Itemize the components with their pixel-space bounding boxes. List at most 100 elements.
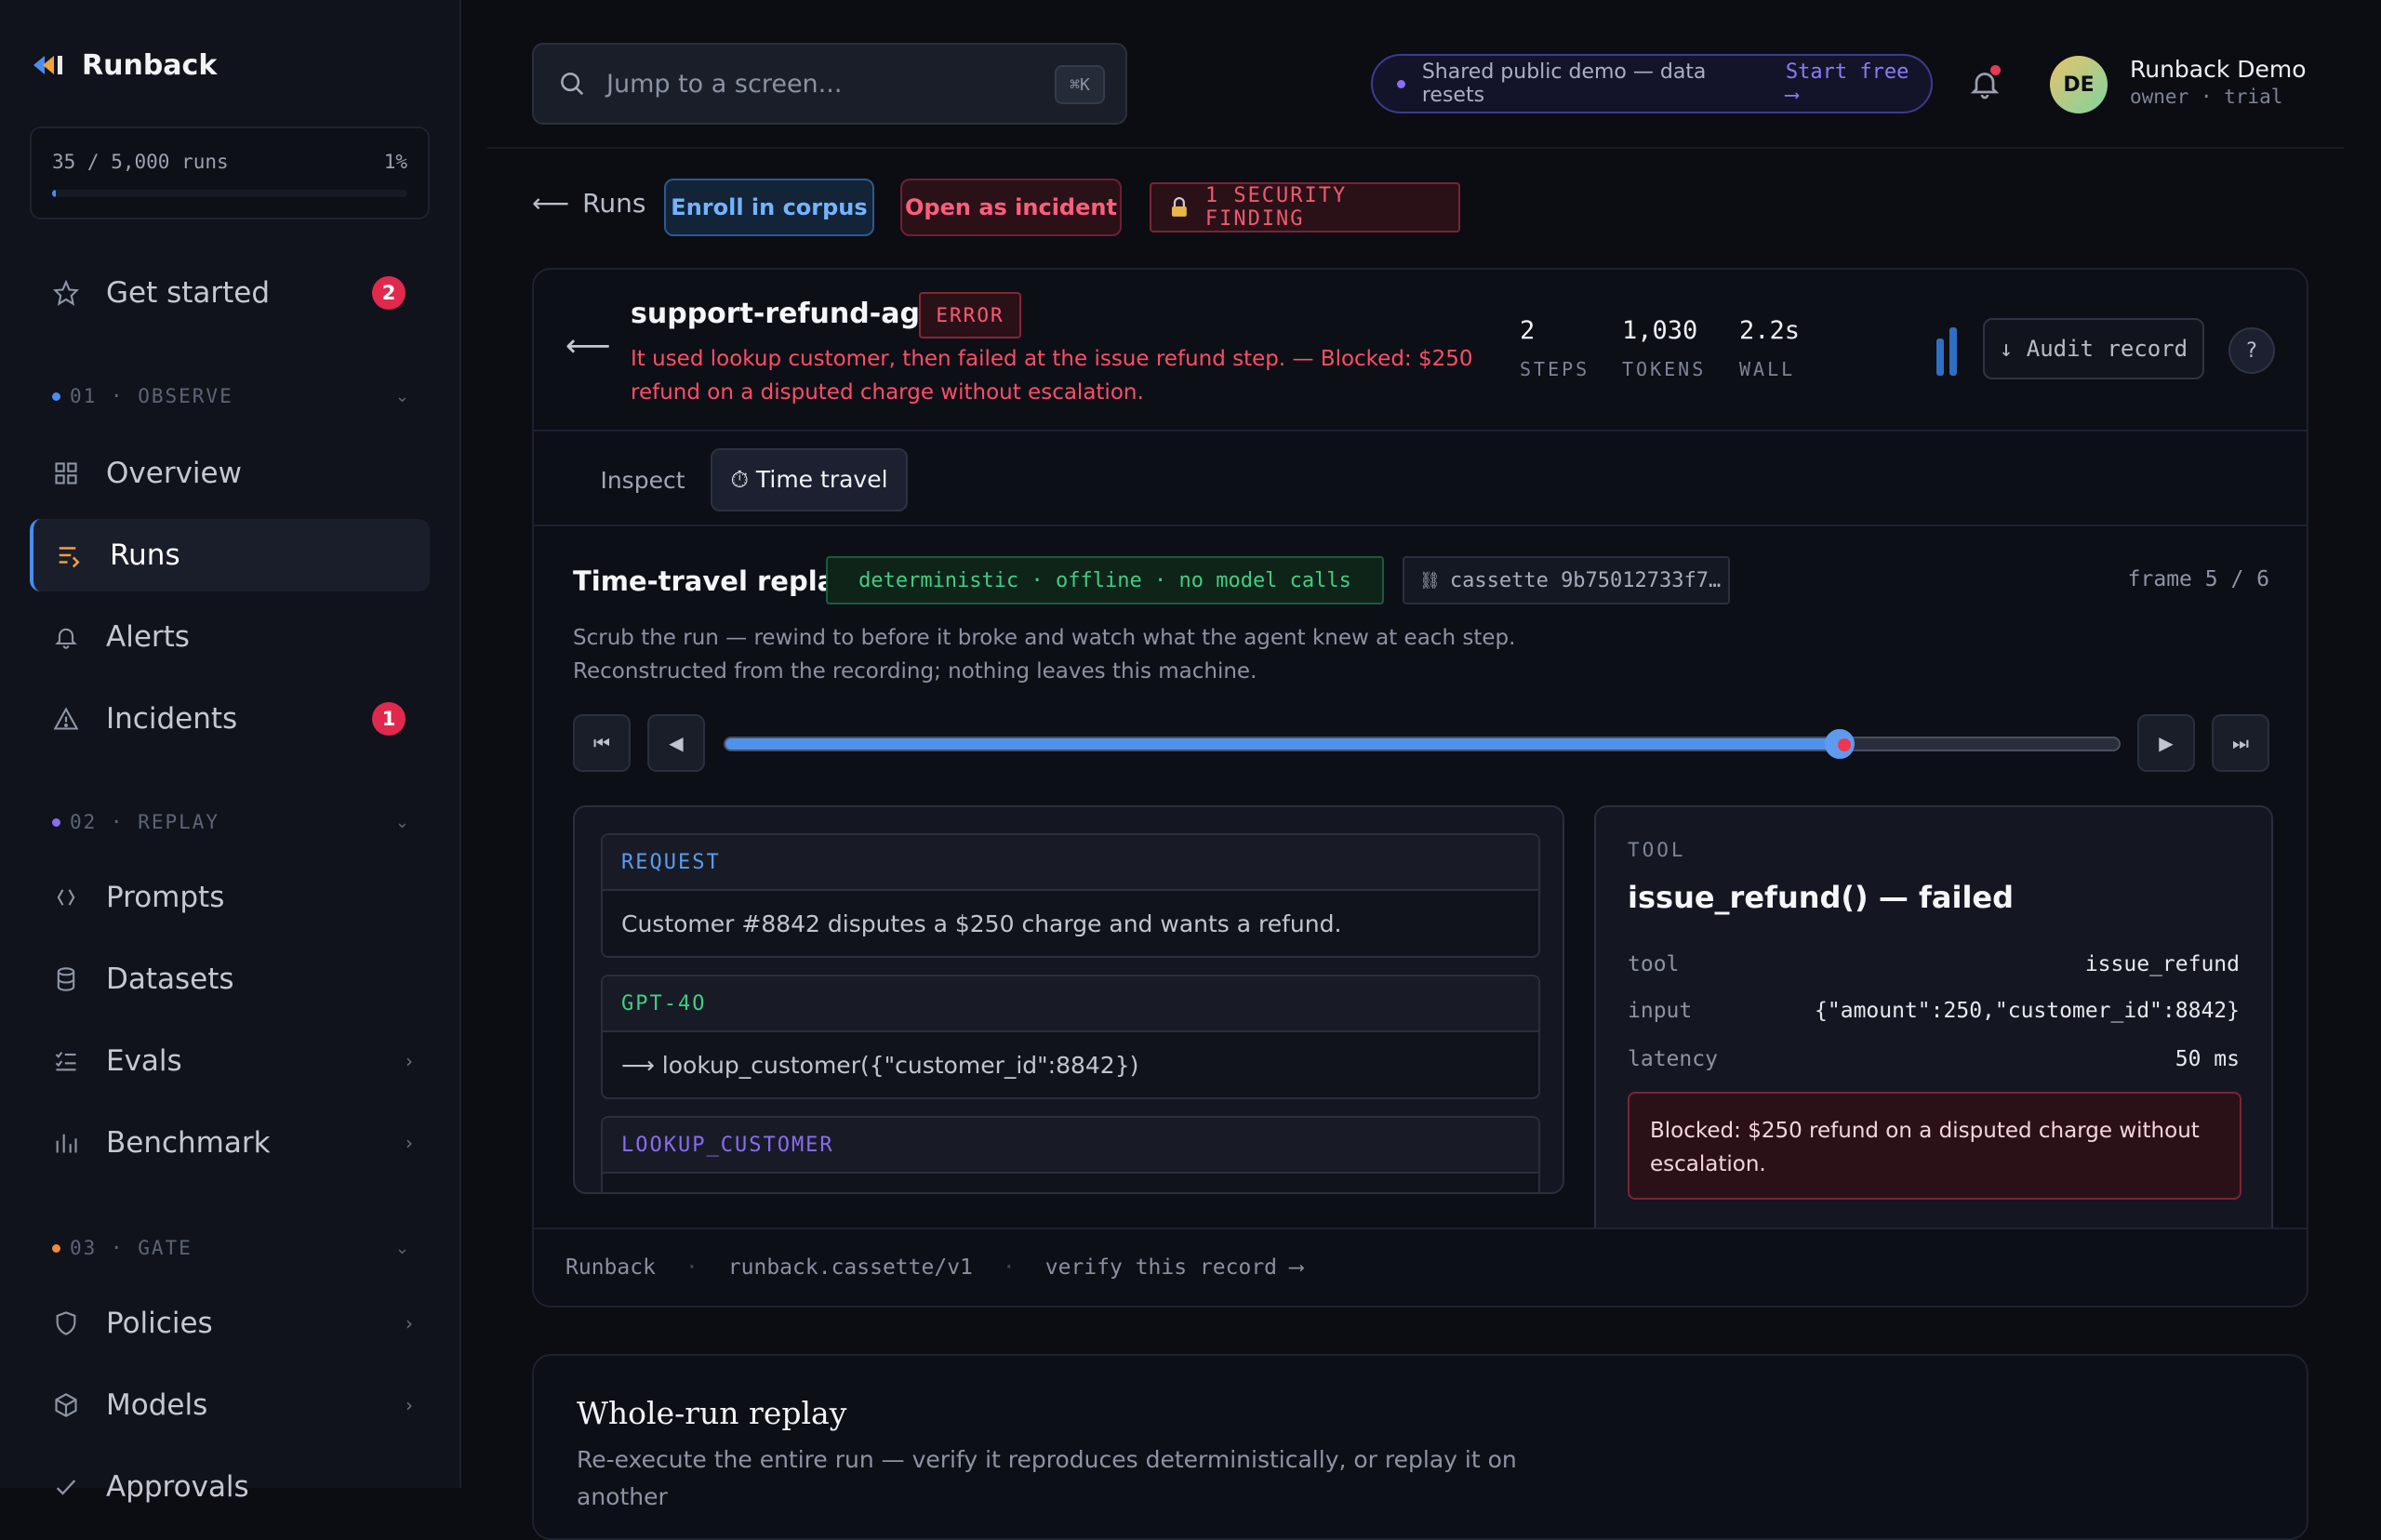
run-quota: 35 / 5,000 runs 1%	[30, 126, 430, 219]
section-gate[interactable]: 03 · GATE	[52, 1237, 193, 1259]
stat-value: 2	[1520, 316, 1536, 345]
stat-value: 1,030	[1622, 316, 1698, 345]
user-role: owner · trial	[2130, 86, 2283, 108]
security-finding-button[interactable]: 1 SECURITY FINDING	[1150, 182, 1460, 232]
desc-line: Reconstructed from the recording; nothin…	[573, 659, 1257, 684]
section-replay[interactable]: 02 · REPLAY	[52, 811, 219, 833]
tool-label: TOOL	[1628, 839, 1686, 861]
play-reverse-icon: ◀	[669, 732, 684, 754]
sidebar-item-incidents[interactable]: Incidents 1	[30, 683, 430, 755]
sidebar-item-approvals[interactable]: Approvals	[30, 1451, 430, 1523]
notification-dot	[1990, 65, 2001, 75]
message-text: Customer #8842 disputes a $250 charge an…	[621, 909, 1342, 937]
enroll-in-corpus-button[interactable]: Enroll in corpus	[664, 179, 874, 236]
help-button[interactable]: ?	[2228, 327, 2275, 374]
tab-time-travel[interactable]: ⏱ Time travel	[711, 448, 908, 511]
sidebar-item-label: Overview	[106, 457, 242, 490]
get-started-badge: 2	[372, 276, 406, 310]
stat-label: STEPS	[1520, 358, 1590, 380]
desc-line: Scrub the run — rewind to before it brok…	[573, 626, 1516, 650]
section-observe[interactable]: 01 · OBSERVE	[52, 385, 233, 407]
timeline-scrubber[interactable]	[724, 729, 2121, 759]
stat-label: TOKENS	[1622, 358, 1707, 380]
message-role: GPT-4O	[603, 976, 1538, 1032]
tab-inspect[interactable]: Inspect	[573, 448, 712, 511]
star-icon	[52, 279, 80, 307]
open-as-incident-button[interactable]: Open as incident	[900, 179, 1122, 236]
divider	[487, 147, 2344, 149]
demo-banner: Shared public demo — data resets Start f…	[1371, 54, 1933, 113]
sidebar-item-benchmark[interactable]: Benchmark ›	[30, 1107, 430, 1179]
card-title: Whole-run replay	[577, 1395, 847, 1431]
checklist-icon	[52, 1047, 80, 1075]
sidebar-item-policies[interactable]: Policies ›	[30, 1287, 430, 1360]
quota-text: 35 / 5,000 runs	[52, 151, 229, 173]
chevron-down-icon[interactable]: ⌄	[395, 813, 409, 832]
sidebar-item-label: Incidents	[106, 702, 238, 736]
kv-key: tool	[1628, 952, 1680, 976]
kv-value: issue_refund	[2084, 952, 2240, 976]
step-forward-button[interactable]: ▶	[2137, 714, 2195, 772]
user-name: Runback Demo	[2130, 56, 2307, 83]
card-footer: Runback · runback.cassette/v1 · verify t…	[534, 1228, 2307, 1306]
run-description: It used lookup customer, then failed at …	[631, 347, 1473, 405]
sidebar-item-label: Get started	[106, 276, 271, 310]
lock-icon	[1171, 197, 1187, 217]
skip-to-end-button[interactable]: ⏭	[2212, 714, 2269, 772]
back-to-runs-link[interactable]: ⟵ Runs	[532, 188, 645, 219]
footer-spec: runback.cassette/v1	[727, 1255, 973, 1280]
section-label: 01 · OBSERVE	[70, 385, 233, 407]
shield-icon	[52, 1309, 80, 1337]
scrubber-fill	[725, 738, 1841, 750]
deterministic-badge: deterministic · offline · no model calls	[826, 556, 1384, 604]
search-placeholder: Jump to a screen...	[606, 69, 843, 99]
sidebar-item-models[interactable]: Models ›	[30, 1369, 430, 1441]
scrubber-handle[interactable]	[1825, 729, 1856, 759]
sidebar-item-label: Prompts	[106, 881, 225, 914]
sidebar-item-runs[interactable]: Runs	[30, 519, 430, 591]
avatar[interactable]: DE	[2050, 56, 2108, 113]
tool-title: issue_refund() — failed	[1628, 880, 2015, 915]
sidebar-item-prompts[interactable]: Prompts	[30, 861, 430, 934]
start-free-link[interactable]: Start free ⟶	[1786, 60, 1931, 107]
sidebar-item-alerts[interactable]: Alerts	[30, 601, 430, 673]
footer-brand: Runback	[565, 1255, 656, 1280]
warning-icon	[52, 705, 80, 733]
sidebar-item-datasets[interactable]: Datasets	[30, 943, 430, 1016]
cassette-badge[interactable]: ⛓ cassette 9b75012733f7…	[1403, 556, 1730, 604]
brand[interactable]: Runback	[32, 46, 217, 84]
runs-icon	[56, 541, 84, 569]
status-badge: ERROR	[919, 292, 1021, 339]
chevron-right-icon: ›	[406, 1132, 413, 1154]
incidents-badge: 1	[372, 702, 406, 736]
sidebar-item-evals[interactable]: Evals ›	[30, 1025, 430, 1097]
quota-percent: 1%	[383, 151, 407, 173]
transcript-panel[interactable]: REQUEST Customer #8842 disputes a $250 c…	[573, 805, 1564, 1194]
runback-logo-icon	[33, 56, 62, 74]
separator: ·	[1002, 1255, 1016, 1280]
chevron-down-icon[interactable]: ⌄	[395, 387, 409, 406]
sidebar-item-label: Datasets	[106, 962, 234, 996]
chevron-down-icon[interactable]: ⌄	[395, 1239, 409, 1258]
bar-chart-icon	[52, 1129, 80, 1157]
skip-to-start-button[interactable]: ⏮	[573, 714, 631, 772]
verify-record-link[interactable]: verify this record ⟶	[1045, 1255, 1303, 1280]
arrow-left-icon[interactable]: ⟵	[565, 327, 611, 365]
frame-counter: frame 5 / 6	[2127, 567, 2269, 591]
audit-record-button[interactable]: ↓ Audit record	[1983, 318, 2204, 379]
card-description: Re-execute the entire run — verify it re…	[577, 1446, 1517, 1510]
kv-key: input	[1628, 999, 1693, 1023]
separator: ·	[685, 1255, 698, 1280]
section-dot	[52, 1243, 60, 1253]
sidebar-item-get-started[interactable]: Get started 2	[30, 257, 430, 329]
chevron-right-icon: ›	[406, 1312, 413, 1334]
run-detail-card: ⟵ support-refund-agent ERROR It used loo…	[532, 268, 2308, 1308]
brand-name: Runback	[82, 48, 218, 82]
sidebar-item-overview[interactable]: Overview	[30, 437, 430, 510]
chevron-right-icon: ›	[406, 1050, 413, 1072]
step-back-button[interactable]: ◀	[647, 714, 705, 772]
message-text: ⟶ lookup_customer({"customer_id":8842})	[621, 1051, 1139, 1079]
search-input[interactable]: Jump to a screen... ⌘K	[532, 43, 1127, 125]
sidebar-item-label: Evals	[106, 1044, 182, 1078]
search-icon	[561, 73, 584, 96]
